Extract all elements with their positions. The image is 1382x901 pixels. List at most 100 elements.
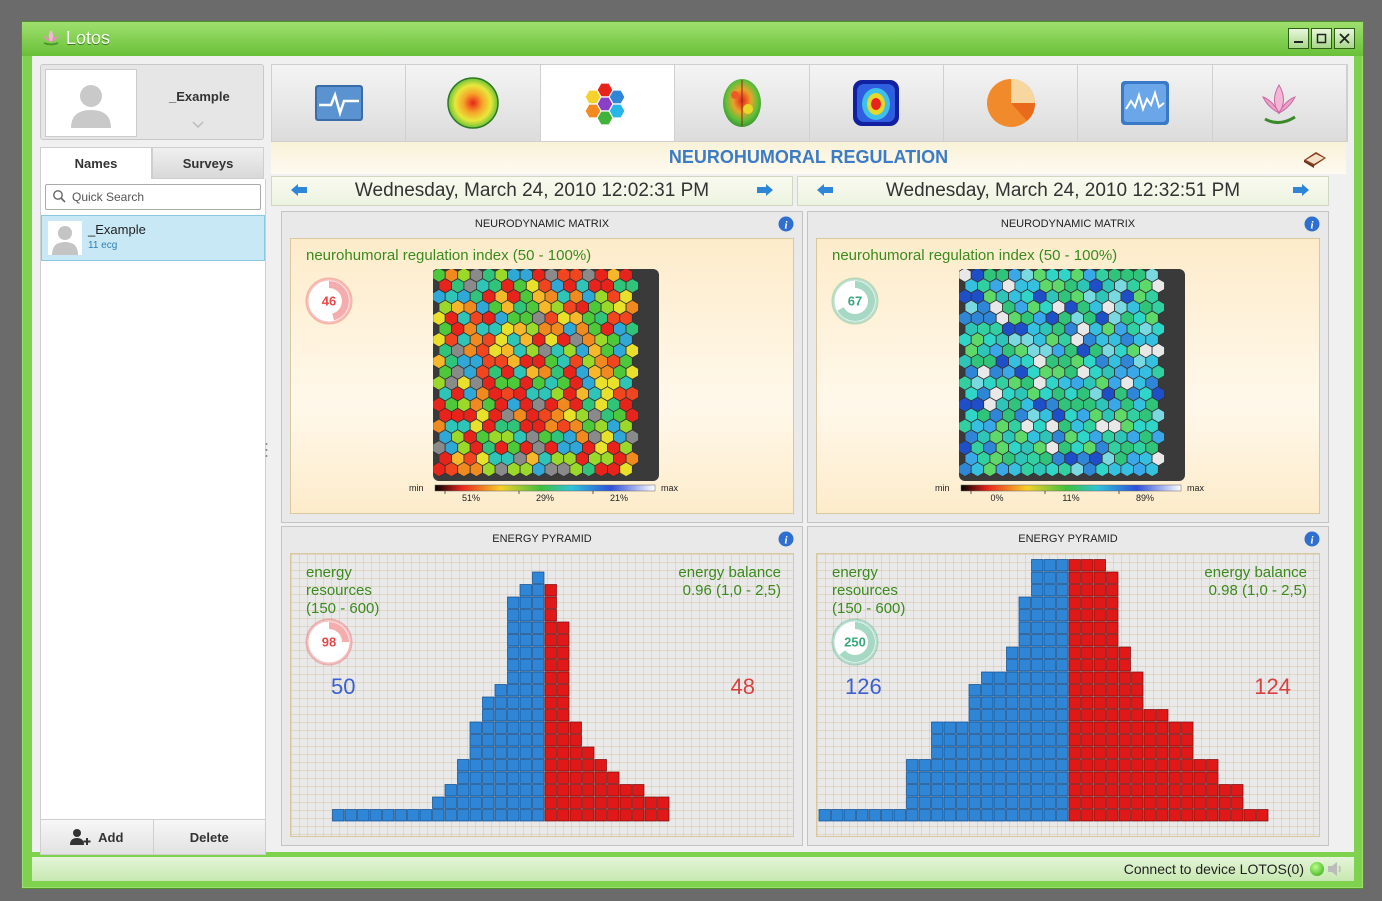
pyramid-cell-blue xyxy=(507,621,520,634)
hex-cell xyxy=(494,461,508,478)
add-label: Add xyxy=(98,829,124,845)
pyramid-cell-red xyxy=(1156,734,1169,747)
tool-lotus[interactable] xyxy=(1212,65,1347,141)
pyramid-cell-blue xyxy=(1031,684,1044,697)
pyramid-cell-blue xyxy=(968,784,981,797)
pyramid-cell-red xyxy=(644,796,657,809)
splitter-handle[interactable] xyxy=(265,436,268,466)
pyramid-cell-red xyxy=(1181,771,1194,784)
pyramid-cell-red xyxy=(1131,696,1144,709)
hex-cell xyxy=(1107,461,1122,478)
profile-card[interactable]: _Example xyxy=(40,64,264,140)
pyramid-cell-blue xyxy=(1056,646,1069,659)
pyramid-cell-red xyxy=(1181,734,1194,747)
info-icon[interactable]: i xyxy=(1304,216,1320,232)
pyramid-cell-red xyxy=(1168,784,1181,797)
pyramid-cell-blue xyxy=(956,721,969,734)
tab-names[interactable]: Names xyxy=(40,147,152,179)
arrow-right-icon[interactable] xyxy=(1292,183,1310,197)
pyramid-cell-red xyxy=(1143,709,1156,722)
add-user-icon xyxy=(70,829,91,845)
pyramid-cell-blue xyxy=(482,759,495,772)
pyramid-cell-blue xyxy=(1043,559,1056,572)
pyramid-cell-blue xyxy=(1018,784,1031,797)
maximize-icon xyxy=(1316,33,1327,44)
pyramid-cell-blue xyxy=(1006,659,1019,672)
pyramid-cell-blue xyxy=(981,784,994,797)
pyramid-cell-blue xyxy=(968,734,981,747)
pyramid-cell-blue xyxy=(818,809,831,822)
pyramid-cell-red xyxy=(1118,721,1131,734)
pyramid-cell-red xyxy=(1093,596,1106,609)
search-input[interactable]: Quick Search xyxy=(45,184,261,210)
pyramid-cell-red xyxy=(594,784,607,797)
pyramid-cell-blue xyxy=(1056,759,1069,772)
pyramid-cell-red xyxy=(619,784,632,797)
hex-cell xyxy=(482,461,496,478)
chevron-down-icon[interactable] xyxy=(191,119,205,129)
info-icon[interactable]: i xyxy=(778,531,794,547)
pyramid-cell-blue xyxy=(507,771,520,784)
pyramid-cell-blue xyxy=(1043,796,1056,809)
tab-surveys[interactable]: Surveys xyxy=(152,147,264,179)
pyramid-cell-blue xyxy=(532,571,545,584)
matrix-body: neurohumoral regulation index (50 - 100%… xyxy=(816,238,1320,514)
pyramid-cell-red xyxy=(1118,796,1131,809)
pyramid-cell-red xyxy=(1118,659,1131,672)
pyramid-cell-red xyxy=(1081,671,1094,684)
pyramid-cell-red xyxy=(1106,584,1119,597)
pyramid-cell-red xyxy=(1106,634,1119,647)
pyramid-cell-blue xyxy=(1006,784,1019,797)
tool-spectrum[interactable] xyxy=(1078,65,1213,141)
book-icon[interactable] xyxy=(1302,148,1328,168)
pyramid-cell-red xyxy=(569,796,582,809)
tool-body-heatmap[interactable] xyxy=(809,65,944,141)
pyramid-cell-red xyxy=(1093,621,1106,634)
panel-title: ENERGY PYRAMID xyxy=(492,533,592,545)
pyramid-cell-blue xyxy=(507,796,520,809)
pyramid-cell-blue xyxy=(469,746,482,759)
pyramid-cell-red xyxy=(544,621,557,634)
pyramid-cell-red xyxy=(582,759,595,772)
hex-cell xyxy=(581,461,596,478)
list-item[interactable]: _Example 11 ecg xyxy=(41,215,265,261)
app-window: Lotos _Example Names Surveys Quick Searc xyxy=(21,21,1364,889)
pyramid-cell-blue xyxy=(1018,659,1031,672)
pyramid-cell-blue xyxy=(1043,771,1056,784)
delete-button[interactable]: Delete xyxy=(152,820,265,854)
pyramid-cell-red xyxy=(1193,796,1206,809)
tool-pie-chart[interactable] xyxy=(943,65,1079,141)
pyramid-cell-blue xyxy=(519,734,532,747)
hex-cell xyxy=(1008,461,1022,478)
pyramid-cell-blue xyxy=(1031,609,1044,622)
hex-matrix xyxy=(433,269,659,481)
hex-cell xyxy=(1120,461,1134,478)
tool-neurohumoral[interactable] xyxy=(540,65,676,141)
pyramid-cell-red xyxy=(582,796,595,809)
maximize-button[interactable] xyxy=(1311,28,1332,49)
hex-cell xyxy=(1132,461,1147,478)
tool-heat-sphere[interactable] xyxy=(406,65,541,141)
pyramid-cell-blue xyxy=(1031,621,1044,634)
info-icon[interactable]: i xyxy=(778,216,794,232)
add-button[interactable]: Add xyxy=(41,820,153,854)
speaker-icon[interactable] xyxy=(1326,861,1344,877)
close-button[interactable] xyxy=(1334,28,1355,49)
pyramid-cell-blue xyxy=(981,709,994,722)
pyramid-cell-blue xyxy=(1031,746,1044,759)
pyramid-cell-red xyxy=(1168,771,1181,784)
pyramid-cell-blue xyxy=(507,659,520,672)
pyramid-cell-blue xyxy=(1006,671,1019,684)
pyramid-cell-red xyxy=(1068,559,1081,572)
pyramid-cell-blue xyxy=(1043,746,1056,759)
pyramid-cell-blue xyxy=(1018,809,1031,822)
tool-ecg[interactable] xyxy=(272,65,407,141)
pyramid-cell-red xyxy=(1093,809,1106,822)
pyramid-cell-red xyxy=(1068,634,1081,647)
info-icon[interactable]: i xyxy=(1304,531,1320,547)
minimize-button[interactable] xyxy=(1288,28,1309,49)
tool-brain-map[interactable] xyxy=(675,65,810,141)
arrow-right-icon[interactable] xyxy=(756,183,774,197)
pyramid-cell-blue xyxy=(519,784,532,797)
legend-tick-label: 0% xyxy=(990,493,1003,503)
